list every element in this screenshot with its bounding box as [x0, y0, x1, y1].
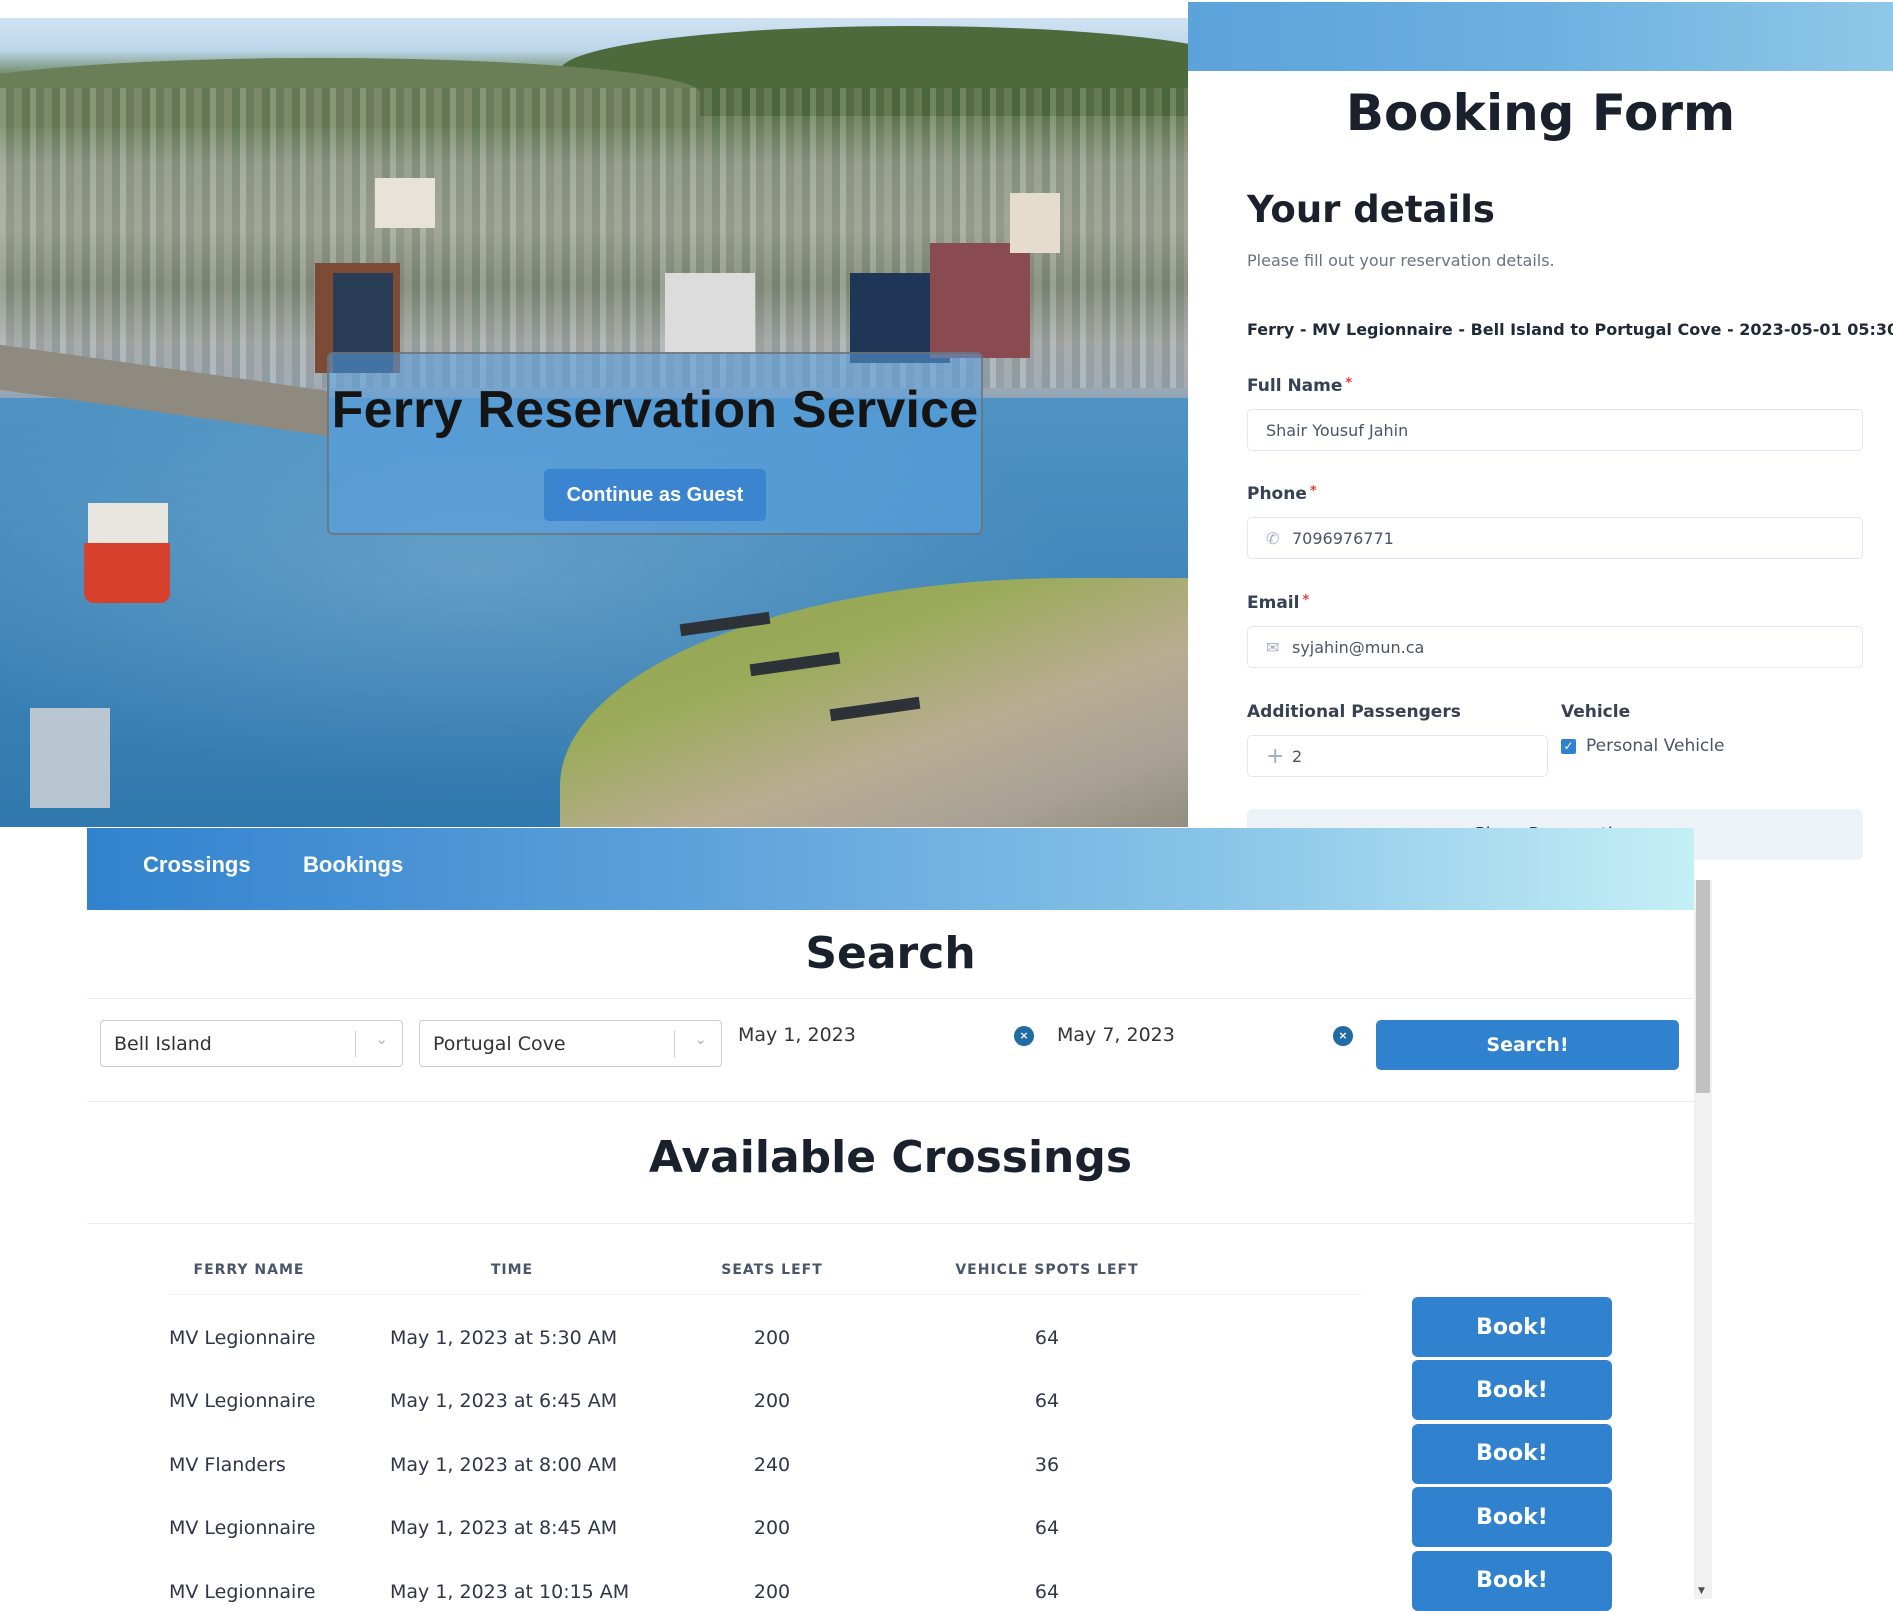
email-input[interactable]: ✉ syjahin@mun.ca: [1247, 626, 1863, 668]
chevron-down-icon[interactable]: ⌄: [694, 1030, 707, 1048]
email-label: Email *: [1247, 593, 1309, 613]
full-name-input[interactable]: Shair Yousuf Jahin: [1247, 409, 1863, 451]
booking-form-title: Booking Form: [1345, 84, 1736, 142]
select-separator: [674, 1031, 675, 1057]
ferry-name-cell: MV Legionnaire: [169, 1327, 316, 1349]
hero-photo-ship: [88, 503, 168, 543]
scroll-down-arrow-icon[interactable]: ▼: [1698, 1586, 1705, 1596]
scrollbar[interactable]: ▼: [1694, 880, 1712, 1599]
additional-passengers-input[interactable]: + 2: [1247, 735, 1548, 777]
divider: [87, 998, 1694, 999]
time-cell: May 1, 2023 at 5:30 AM: [390, 1327, 618, 1349]
continue-as-guest-button[interactable]: Continue as Guest: [544, 469, 766, 521]
phone-value: 7096976771: [1292, 528, 1394, 548]
ferry-name-cell: MV Legionnaire: [169, 1390, 316, 1413]
email-value: syjahin@mun.ca: [1292, 637, 1425, 657]
booking-form-header-bar: [1188, 2, 1893, 71]
divider: [87, 1223, 1694, 1224]
full-name-label: Full Name *: [1247, 376, 1352, 396]
book-button[interactable]: Book!: [1412, 1550, 1612, 1611]
arrival-select[interactable]: Portugal Cove ⌄: [419, 1020, 722, 1067]
booking-form-panel: Booking Form Your details Please fill ou…: [1188, 2, 1893, 880]
search-heading: Search: [805, 928, 976, 979]
vehicle-spots-left-cell: 64: [1034, 1517, 1060, 1540]
column-header-ferry-name: Ferry Name: [193, 1262, 305, 1278]
ferry-name-cell: MV Flanders: [169, 1453, 286, 1476]
time-cell: May 1, 2023 at 6:45 AM: [390, 1390, 618, 1413]
hero-photo-boats: [30, 708, 110, 808]
nav-bookings[interactable]: Bookings: [303, 852, 403, 878]
arrival-value: Portugal Cove: [433, 1032, 566, 1055]
chevron-down-icon[interactable]: ⌄: [375, 1030, 388, 1048]
mail-icon: ✉: [1266, 637, 1280, 657]
email-label-text: Email: [1247, 593, 1300, 613]
column-header-vehicle-spots-left: Vehicle Spots Left: [955, 1262, 1139, 1278]
personal-vehicle-label[interactable]: Personal Vehicle: [1586, 736, 1724, 756]
clear-end-date-icon[interactable]: ×: [1333, 1026, 1353, 1046]
vehicle-spots-left-cell: 64: [1034, 1390, 1060, 1413]
ferry-summary: Ferry - MV Legionnaire - Bell Island to …: [1247, 320, 1893, 339]
book-button[interactable]: Book!: [1412, 1360, 1612, 1421]
book-button[interactable]: Book!: [1412, 1487, 1612, 1548]
full-name-label-text: Full Name: [1247, 376, 1343, 396]
plus-icon: +: [1266, 743, 1285, 769]
hero-photo-building: [1010, 193, 1060, 253]
end-date-input[interactable]: May 7, 2023: [1057, 1024, 1175, 1046]
departure-select[interactable]: Bell Island ⌄: [100, 1020, 403, 1067]
column-header-time: Time: [490, 1262, 534, 1278]
time-cell: May 1, 2023 at 8:45 AM: [390, 1517, 618, 1540]
phone-label-text: Phone: [1247, 484, 1307, 504]
phone-input[interactable]: ✆ 7096976771: [1247, 517, 1863, 559]
seats-left-cell: 200: [753, 1390, 791, 1413]
additional-passengers-value: 2: [1292, 746, 1303, 766]
hero-banner: Ferry Reservation Service Continue as Gu…: [0, 18, 1188, 827]
full-name-value: Shair Yousuf Jahin: [1266, 420, 1409, 440]
book-button[interactable]: Book!: [1412, 1297, 1612, 1357]
details-subtitle: Please fill out your reservation details…: [1247, 251, 1555, 270]
column-header-seats-left: Seats Left: [721, 1262, 823, 1278]
divider: [87, 1101, 1694, 1102]
ferry-name-cell: MV Legionnaire: [169, 1517, 316, 1540]
personal-vehicle-checkbox[interactable]: ✓: [1561, 739, 1576, 754]
seats-left-cell: 200: [753, 1580, 791, 1603]
ferry-name-cell: MV Legionnaire: [169, 1580, 316, 1603]
vehicle-label: Vehicle: [1561, 702, 1631, 722]
seats-left-cell: 200: [753, 1517, 791, 1540]
vehicle-spots-left-cell: 64: [1034, 1580, 1060, 1603]
additional-passengers-label: Additional Passengers: [1247, 702, 1461, 722]
available-crossings-heading: Available Crossings: [648, 1132, 1133, 1183]
hero-photo-building: [375, 178, 435, 228]
required-marker: *: [1345, 376, 1353, 391]
phone-icon: ✆: [1266, 528, 1280, 548]
search-button[interactable]: Search!: [1376, 1020, 1679, 1070]
hero-photo-ship: [84, 543, 170, 603]
hero-card: Ferry Reservation Service Continue as Gu…: [327, 352, 983, 535]
phone-label: Phone *: [1247, 484, 1317, 504]
hero-photo-building: [930, 243, 1030, 358]
seats-left-cell: 240: [753, 1453, 791, 1476]
hero-photo-building: [665, 273, 755, 353]
seats-left-cell: 200: [753, 1327, 791, 1349]
select-separator: [355, 1031, 356, 1057]
details-heading: Your details: [1247, 188, 1495, 231]
book-button[interactable]: Book!: [1412, 1423, 1612, 1484]
vehicle-spots-left-cell: 64: [1034, 1327, 1060, 1349]
hero-title: Ferry Reservation Service: [331, 381, 979, 439]
time-cell: May 1, 2023 at 8:00 AM: [390, 1453, 618, 1476]
vehicle-spots-left-cell: 36: [1034, 1453, 1060, 1476]
nav-crossings[interactable]: Crossings: [143, 852, 251, 878]
required-marker: *: [1309, 484, 1317, 499]
start-date-input[interactable]: May 1, 2023: [738, 1024, 856, 1046]
required-marker: *: [1302, 593, 1310, 608]
scrollbar-thumb[interactable]: [1696, 880, 1710, 1093]
main-content: Search Bell Island ⌄ Portugal Cove ⌄ May…: [87, 910, 1694, 1611]
top-nav-bar: Crossings Bookings: [87, 828, 1694, 910]
clear-start-date-icon[interactable]: ×: [1014, 1026, 1034, 1046]
departure-value: Bell Island: [114, 1032, 212, 1055]
header-divider: [168, 1294, 1361, 1295]
check-icon: ✓: [1563, 739, 1574, 753]
time-cell: May 1, 2023 at 10:15 AM: [390, 1580, 630, 1603]
